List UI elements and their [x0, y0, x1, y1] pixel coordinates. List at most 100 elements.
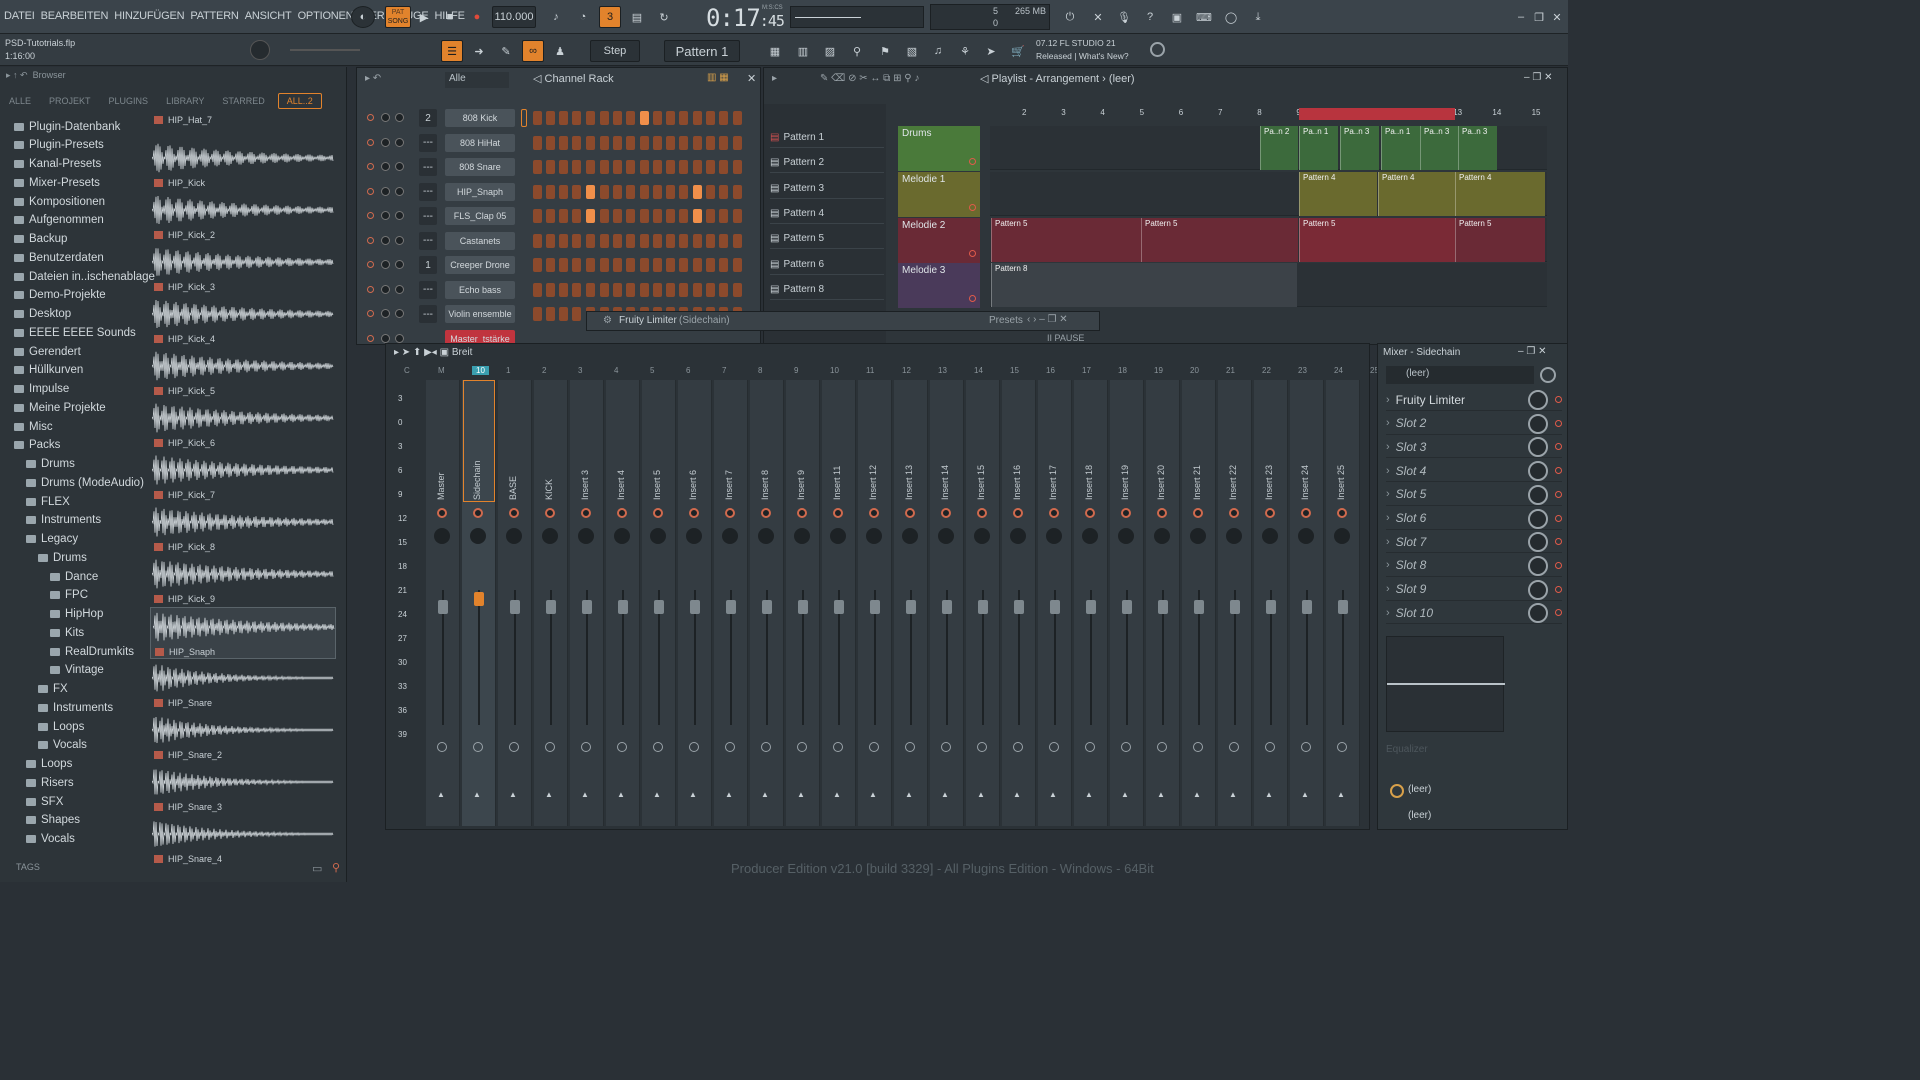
pan-knob[interactable]: [725, 508, 735, 518]
pan-knob[interactable]: [869, 508, 879, 518]
fx-enable-icon[interactable]: [473, 742, 483, 752]
step-button[interactable]: [652, 258, 662, 272]
window-controls[interactable]: – ❐ ✕: [1524, 72, 1552, 83]
pan-knob[interactable]: [509, 508, 519, 518]
volume-knob[interactable]: [395, 186, 404, 196]
step-button[interactable]: [533, 233, 542, 248]
pan-knob[interactable]: [1121, 508, 1131, 518]
route-arrow-icon[interactable]: ▲: [761, 790, 769, 799]
mixer-strip[interactable]: BASE ▲: [498, 380, 532, 826]
step-button[interactable]: [693, 209, 703, 223]
browser-tree-item[interactable]: Drums: [26, 455, 75, 474]
playlist-clip[interactable]: Pa..n 3: [1420, 126, 1459, 170]
step-button[interactable]: [533, 135, 542, 150]
step-button[interactable]: [599, 233, 609, 248]
step-button[interactable]: [693, 111, 703, 125]
browser-tree-item[interactable]: Impulse: [14, 380, 69, 399]
slot-enable-led[interactable]: [1555, 419, 1562, 427]
step-button[interactable]: [693, 184, 703, 199]
step-button[interactable]: [599, 111, 609, 125]
mute-led-icon[interactable]: [367, 334, 374, 342]
pencil-icon[interactable]: ✎: [495, 40, 517, 62]
step-button[interactable]: [612, 209, 622, 223]
sample-item[interactable]: HIP_Kick_5: [150, 347, 336, 399]
step-button[interactable]: [652, 135, 662, 150]
master-pitch-slider[interactable]: [290, 49, 360, 51]
mixer-strip[interactable]: Master ▲: [426, 380, 460, 826]
pattern-list-item[interactable]: ▤ Pattern 4: [770, 204, 884, 224]
browser-tree-item[interactable]: Risers: [26, 773, 74, 792]
step-button[interactable]: [625, 282, 635, 297]
playlist-arrow-icon[interactable]: ▸: [772, 73, 777, 84]
mixer-track-number[interactable]: ---: [419, 133, 437, 152]
step-button[interactable]: [719, 282, 729, 297]
pan-knob[interactable]: [1301, 508, 1311, 518]
step-button[interactable]: [693, 258, 703, 272]
browser-tab[interactable]: ALLE: [0, 96, 40, 106]
master-volume-knob[interactable]: [250, 40, 270, 60]
step-button[interactable]: [732, 282, 742, 297]
pan-knob[interactable]: [1193, 508, 1203, 518]
slot-enable-led[interactable]: [1555, 467, 1562, 475]
slot-enable-led[interactable]: [1555, 609, 1562, 617]
fx-enable-icon[interactable]: [977, 742, 987, 752]
route-arrow-icon[interactable]: ▲: [1337, 790, 1345, 799]
step-button[interactable]: [706, 160, 716, 174]
browser-tree-item[interactable]: Meine Projekte: [14, 398, 106, 417]
slot-enable-led[interactable]: [1555, 561, 1562, 569]
track-header[interactable]: Melodie 2: [898, 217, 980, 263]
playlist-clip[interactable]: Pattern 5: [1455, 217, 1545, 262]
mute-led-icon[interactable]: [367, 310, 374, 317]
pan-knob[interactable]: [653, 508, 663, 518]
step-button[interactable]: [559, 307, 569, 321]
route-arrow-icon[interactable]: ▲: [725, 790, 733, 799]
countdown-icon[interactable]: 3: [599, 6, 621, 28]
effect-slot[interactable]: › Slot 10: [1386, 602, 1562, 625]
step-button[interactable]: [533, 160, 542, 174]
metronome-icon[interactable]: ♪: [545, 6, 567, 28]
fx-enable-icon[interactable]: [1085, 742, 1095, 752]
browser-tree-item[interactable]: Plugin-Datenbank: [14, 117, 120, 136]
channel-name-button[interactable]: Violin ensemble: [445, 305, 515, 323]
volume-fader[interactable]: [1122, 600, 1132, 614]
playlist-tools-icons[interactable]: ✎ ⌫ ⊘ ✂ ↔ ⧉ ⊞ ⚲ ♪: [820, 73, 919, 84]
pan-knob[interactable]: [381, 284, 390, 294]
download-icon[interactable]: ⤓: [1248, 6, 1268, 28]
browser-tab[interactable]: PROJEKT: [40, 96, 100, 106]
mixer-icon[interactable]: ▨: [820, 40, 840, 62]
track-header[interactable]: Melodie 3: [898, 263, 980, 309]
step-edit-icon[interactable]: ▤: [626, 6, 648, 28]
step-button[interactable]: [679, 160, 689, 174]
step-button[interactable]: [693, 135, 703, 150]
step-button[interactable]: [719, 135, 729, 150]
browser-tree-item[interactable]: Instruments: [38, 698, 113, 717]
track-mute-led[interactable]: [969, 203, 976, 211]
shortcut-icon[interactable]: ➤: [981, 40, 1001, 62]
route-arrow-icon[interactable]: ▲: [653, 790, 661, 799]
volume-fader[interactable]: [870, 600, 880, 614]
pan-knob[interactable]: [581, 508, 591, 518]
channel-name-button[interactable]: Echo bass: [445, 280, 515, 299]
sample-item[interactable]: HIP_Snare_3: [150, 763, 336, 815]
minimize-icon[interactable]: –: [1514, 6, 1528, 28]
mixer-track-number[interactable]: 2: [419, 109, 437, 127]
menu-item[interactable]: HINZUFÜGEN: [114, 10, 184, 22]
pan-knob[interactable]: [473, 508, 483, 518]
mixer-strip[interactable]: Insert 9 ▲: [786, 380, 820, 826]
mixer-strip[interactable]: Insert 20 ▲: [1146, 380, 1180, 826]
browser-tab[interactable]: PLUGINS: [100, 96, 158, 106]
menu-item[interactable]: ANSICHT: [245, 10, 292, 22]
fx-enable-icon[interactable]: [1301, 742, 1311, 752]
step-button[interactable]: [586, 160, 596, 174]
step-button[interactable]: [706, 233, 716, 248]
pan-knob[interactable]: [1085, 508, 1095, 518]
output-1[interactable]: (leer): [1408, 784, 1431, 795]
route-arrow-icon[interactable]: ▲: [833, 790, 841, 799]
stereo-knob[interactable]: [650, 528, 666, 544]
stereo-knob[interactable]: [1334, 528, 1350, 544]
volume-fader[interactable]: [1158, 600, 1168, 614]
step-button[interactable]: [679, 233, 689, 248]
mixer-track-number[interactable]: ---: [419, 305, 437, 323]
slot-mix-knob[interactable]: [1528, 579, 1548, 600]
browser-tree-item[interactable]: Dance: [50, 567, 98, 586]
